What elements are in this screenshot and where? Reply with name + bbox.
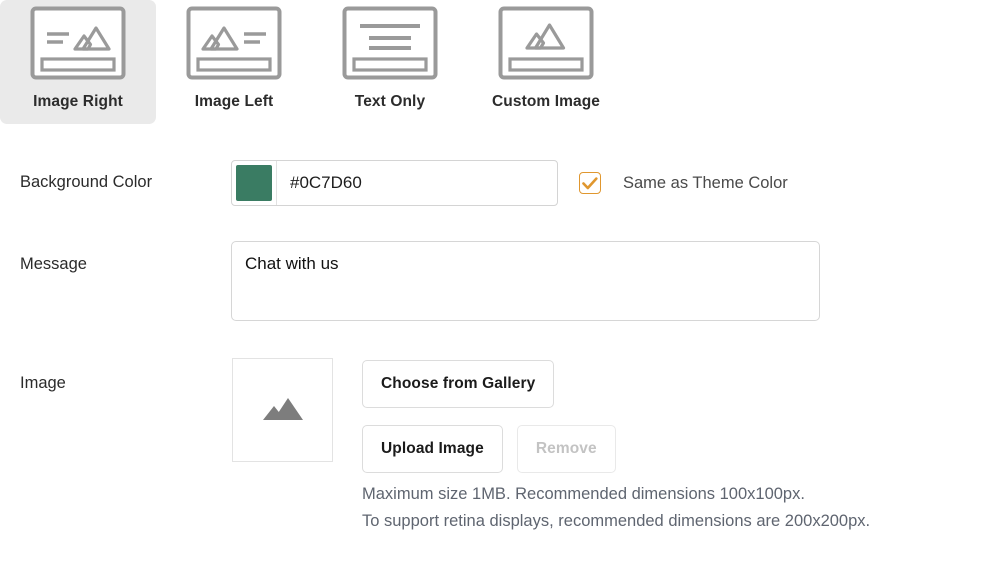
image-buttons-second-row: Upload Image Remove xyxy=(362,425,616,473)
image-hint-line: Maximum size 1MB. Recommended dimensions… xyxy=(362,485,805,503)
color-swatch[interactable] xyxy=(236,165,272,201)
layout-option-text-only[interactable]: Text Only xyxy=(312,0,468,124)
upload-image-button[interactable]: Upload Image xyxy=(362,425,503,473)
background-color-label: Background Color xyxy=(20,173,153,191)
image-hints: Maximum size 1MB. Recommended dimensions… xyxy=(362,481,870,535)
background-color-input-group[interactable]: #0C7D60 xyxy=(231,160,558,206)
image-hint-line: To support retina displays, recommended … xyxy=(362,512,871,531)
layout-option-group: Image Right Image Left Text Only Custom … xyxy=(0,0,624,124)
layout-option-label: Text Only xyxy=(354,93,426,110)
message-input[interactable] xyxy=(231,241,820,321)
layout-text-only-icon xyxy=(342,6,438,80)
image-thumbnail-preview[interactable] xyxy=(232,358,333,462)
same-as-theme-color-label: Same as Theme Color xyxy=(623,173,788,192)
layout-option-image-left[interactable]: Image Left xyxy=(156,0,312,124)
mountain-image-icon xyxy=(261,394,305,427)
layout-option-label: Image Left xyxy=(194,93,274,110)
checkmark-icon xyxy=(582,176,598,189)
message-label: Message xyxy=(20,255,87,273)
same-as-theme-color-row[interactable]: Same as Theme Color xyxy=(579,160,788,206)
image-action-buttons: Choose from Gallery Upload Image Remove xyxy=(362,360,616,473)
layout-image-left-icon xyxy=(186,6,282,80)
layout-option-image-right[interactable]: Image Right xyxy=(0,0,156,124)
layout-option-label: Image Right xyxy=(33,93,123,110)
color-hex-value[interactable]: #0C7D60 xyxy=(276,161,557,205)
remove-image-button: Remove xyxy=(516,425,616,473)
layout-image-right-icon xyxy=(30,6,126,80)
layout-custom-image-icon xyxy=(498,6,594,80)
layout-option-custom-image[interactable]: Custom Image xyxy=(468,0,624,124)
layout-option-label: Custom Image xyxy=(492,93,600,110)
background-color-field-wrap: #0C7D60 xyxy=(231,160,558,206)
same-as-theme-color-checkbox[interactable] xyxy=(579,172,601,194)
image-label: Image xyxy=(20,374,66,392)
choose-from-gallery-button[interactable]: Choose from Gallery xyxy=(362,360,555,408)
